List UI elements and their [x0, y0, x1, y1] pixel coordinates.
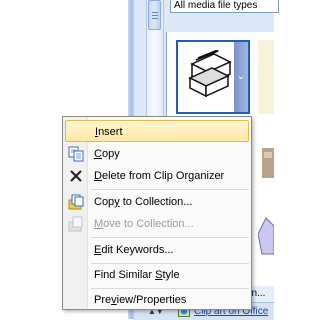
menu-item-copy[interactable]: Copy	[65, 143, 249, 165]
menu-separator	[91, 189, 249, 190]
menu-item-label: Copy to Collection...	[94, 196, 193, 208]
menu-item-label: Preview/Properties	[94, 294, 187, 306]
menu-item-find-similar-style[interactable]: Find Similar Style	[65, 264, 249, 286]
menu-item-preview-properties[interactable]: Preview/Properties	[65, 289, 249, 311]
delete-x-icon	[70, 170, 82, 182]
menu-item-edit-keywords[interactable]: Edit Keywords...	[65, 239, 249, 261]
menu-item-move-to-collection[interactable]: Move to Collection...	[65, 213, 249, 235]
menu-item-copy-to-collection[interactable]: Copy to Collection...	[65, 191, 249, 213]
copy-to-collection-icon	[68, 194, 84, 210]
clip-thumbnail[interactable]	[258, 40, 274, 114]
clip-context-menu: Insert Copy Delete from Clip Organizer C…	[62, 116, 252, 310]
clip-thumbnail-selected[interactable]: ⌄	[176, 40, 250, 114]
chevron-down-icon[interactable]: ⌄	[234, 42, 248, 112]
copy-icon	[68, 146, 84, 162]
scrollbar-thumb[interactable]	[148, 0, 161, 30]
grip-line	[152, 18, 158, 19]
move-to-collection-icon	[68, 216, 83, 232]
media-types-dropdown[interactable]: All media file types	[170, 0, 279, 13]
grip-line	[152, 15, 158, 16]
clipart-icon	[258, 217, 274, 255]
filing-trays-clipart-icon	[188, 50, 232, 98]
clipart-icon	[262, 148, 274, 178]
grip-line	[152, 12, 158, 13]
menu-item-insert[interactable]: Insert	[65, 120, 249, 142]
clip-thumbnail[interactable]	[258, 206, 274, 286]
menu-item-label: Find Similar Style	[94, 269, 180, 281]
menu-item-delete[interactable]: Delete from Clip Organizer	[65, 165, 249, 187]
menu-item-label: Insert	[95, 126, 123, 138]
menu-item-label: Delete from Clip Organizer	[94, 170, 225, 182]
menu-item-label: Copy	[94, 148, 120, 160]
menu-item-label: Move to Collection...	[94, 218, 194, 230]
menu-separator	[91, 237, 249, 238]
menu-item-label: Edit Keywords...	[94, 244, 174, 256]
clip-thumbnail[interactable]	[258, 122, 274, 200]
